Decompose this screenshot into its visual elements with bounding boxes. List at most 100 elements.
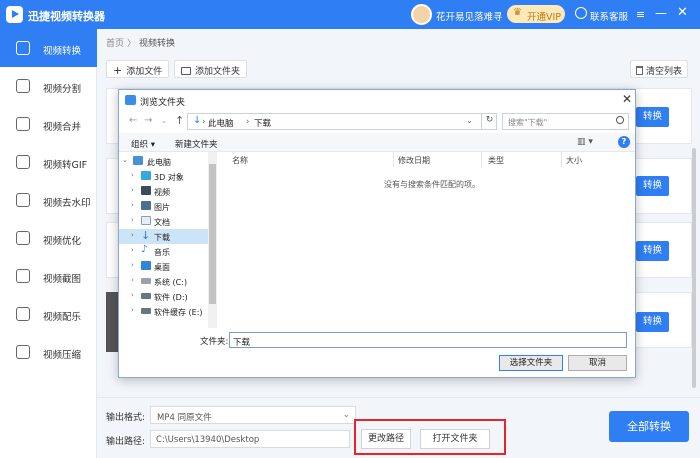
breadcrumb-separator: 〉 — [127, 39, 137, 49]
sidebar-item-video-convert[interactable]: 视频转换 — [0, 29, 97, 67]
chevron-right-icon[interactable]: › — [131, 201, 134, 209]
sidebar-item-label: 视频合并 — [43, 122, 82, 133]
browse-folder-dialog: 浏览文件夹 ✕ ← → ⌄ ↑ ↓ › 此电脑 › 下载 ⌄ ↻ 搜索"下载" … — [118, 89, 636, 378]
column-divider[interactable] — [393, 152, 394, 167]
convert-button[interactable]: 转换 — [636, 312, 669, 332]
address-segment-pc[interactable]: 此电脑 — [208, 117, 234, 129]
sidebar-item-video-split[interactable]: 视频分割 — [0, 67, 97, 105]
tree-item-drive-c[interactable]: › 系统 (C:) — [119, 274, 217, 289]
recent-locations-icon[interactable]: ⌄ — [161, 117, 167, 125]
sidebar-item-video-music[interactable]: 视频配乐 — [0, 295, 97, 333]
music-icon — [16, 307, 30, 321]
tree-item-3d-objects[interactable]: › 3D 对象 — [119, 169, 217, 184]
column-divider[interactable] — [481, 152, 482, 167]
chevron-right-icon[interactable]: › — [131, 231, 134, 239]
downloads-icon: ↓ — [193, 115, 202, 126]
drive-icon — [141, 278, 151, 284]
crown-icon: ♛ — [513, 7, 522, 18]
format-select[interactable]: MP4 同原文件 ⌄ — [150, 406, 356, 424]
chevron-right-icon[interactable]: › — [131, 186, 134, 194]
add-file-button[interactable]: + 添加文件 — [106, 60, 170, 78]
cancel-button[interactable]: 取消 — [568, 355, 627, 371]
folder-icon — [125, 95, 136, 105]
chevron-right-icon[interactable]: › — [131, 171, 134, 179]
tree-item-downloads[interactable]: › ↓ 下载 — [119, 229, 217, 244]
highlight-box — [354, 419, 506, 455]
add-folder-button[interactable]: 添加文件夹 — [174, 60, 248, 78]
tree-item-label: 桌面 — [154, 263, 170, 272]
compress-icon — [16, 345, 30, 359]
videos-folder-icon — [141, 186, 151, 195]
organize-menu[interactable]: 组织 ▾ — [131, 138, 155, 150]
clear-list-button[interactable]: 清空列表 — [630, 60, 689, 78]
column-size[interactable]: 大小 — [566, 155, 582, 166]
tree-item-music[interactable]: › ♪ 音乐 — [119, 244, 217, 259]
sidebar-item-video-merge[interactable]: 视频合并 — [0, 105, 97, 143]
tree-item-videos[interactable]: › 视频 — [119, 184, 217, 199]
sidebar-item-remove-watermark[interactable]: 视频去水印 — [0, 181, 97, 219]
up-icon[interactable]: ↑ — [175, 114, 184, 127]
forward-icon[interactable]: → — [144, 115, 152, 126]
sidebar-item-video-gif[interactable]: 视频转GIF — [0, 143, 97, 181]
chevron-right-icon[interactable]: › — [131, 261, 134, 269]
convert-button[interactable]: 转换 — [636, 241, 669, 261]
breadcrumb-home[interactable]: 首页 — [106, 39, 124, 49]
chevron-down-icon[interactable]: ⌄ — [466, 116, 473, 125]
convert-all-button[interactable]: 全部转换 — [609, 411, 689, 442]
username[interactable]: 花开易见落难寻 — [436, 9, 503, 23]
headset-icon[interactable] — [575, 7, 587, 19]
output-path-field[interactable]: C:\Users\13940\Desktop — [150, 430, 350, 448]
add-file-label: 添加文件 — [126, 67, 163, 77]
minimize-icon[interactable]: — — [655, 6, 667, 20]
folder-name-input[interactable]: 下载 — [229, 332, 627, 348]
tree-item-desktop[interactable]: › 桌面 — [119, 259, 217, 274]
column-type[interactable]: 类型 — [488, 155, 504, 166]
sidebar-item-video-optimize[interactable]: 视频优化 — [0, 219, 97, 257]
column-modified[interactable]: 修改日期 — [398, 155, 430, 166]
scrollbar-thumb[interactable] — [209, 164, 216, 304]
close-icon[interactable]: ✕ — [622, 92, 632, 106]
tree-scrollbar[interactable] — [208, 152, 217, 328]
tree-item-documents[interactable]: › 文档 — [119, 214, 217, 229]
convert-button[interactable]: 转换 — [636, 107, 669, 127]
address-bar[interactable]: ↓ › 此电脑 › 下载 ⌄ — [187, 113, 497, 130]
tree-item-pictures[interactable]: › 图片 — [119, 199, 217, 214]
sidebar-item-video-compress[interactable]: 视频压缩 — [0, 333, 97, 371]
select-folder-button[interactable]: 选择文件夹 — [499, 355, 563, 371]
help-icon[interactable]: ? — [618, 136, 630, 148]
convert-button[interactable]: 转换 — [636, 176, 669, 196]
dialog-title: 浏览文件夹 — [140, 98, 186, 108]
support-link[interactable]: 联系客服 — [590, 9, 628, 23]
address-segment-downloads[interactable]: 下载 — [254, 117, 271, 129]
menu-icon[interactable]: ≡ — [636, 8, 645, 21]
sidebar-item-label: 视频转换 — [43, 46, 82, 57]
back-icon[interactable]: ← — [129, 115, 137, 126]
search-input[interactable]: 搜索"下载" — [502, 113, 629, 130]
sidebar-item-video-screenshot[interactable]: 视频截图 — [0, 257, 97, 295]
new-folder-button[interactable]: 新建文件夹 — [175, 138, 218, 150]
chevron-right-icon[interactable]: › — [131, 306, 134, 314]
avatar[interactable] — [411, 4, 432, 25]
column-name[interactable]: 名称 — [232, 155, 248, 166]
refresh-icon[interactable]: ↻ — [481, 113, 497, 130]
chevron-right-icon[interactable]: › — [131, 276, 134, 284]
tree-item-this-pc[interactable]: ⌄ 此电脑 — [119, 154, 217, 169]
close-icon[interactable]: ✕ — [677, 5, 688, 20]
chevron-right-icon[interactable]: › — [131, 291, 134, 299]
view-options-icon[interactable]: ▥ ▾ — [577, 137, 593, 147]
chevron-right-icon[interactable]: › — [131, 216, 134, 224]
format-label: 输出格式: — [106, 413, 146, 423]
list-scrollbar[interactable] — [692, 148, 696, 388]
sidebar: 视频转换 视频分割 视频合并 视频转GIF 视频去水印 视频优化 视频截图 视频… — [0, 29, 97, 458]
sidebar-item-label: 视频截图 — [43, 274, 82, 285]
tree-item-drive-e[interactable]: › 软件缓存 (E:) — [119, 304, 217, 319]
chevron-right-icon[interactable]: › — [131, 246, 134, 254]
column-divider[interactable] — [561, 152, 562, 167]
tree-item-drive-d[interactable]: › 软件 (D:) — [119, 289, 217, 304]
chevron-down-icon[interactable]: ⌄ — [122, 156, 128, 164]
add-folder-label: 添加文件夹 — [195, 67, 241, 77]
folder-tree: ⌄ 此电脑 › 3D 对象 › 视频 › 图片 › 文档 › ↓ 下载 › ♪ … — [119, 152, 217, 328]
vip-button[interactable]: ♛ 开通VIP — [507, 5, 565, 23]
sidebar-item-label: 视频去水印 — [43, 198, 91, 209]
empty-message: 没有与搜索条件匹配的项。 — [384, 180, 480, 189]
